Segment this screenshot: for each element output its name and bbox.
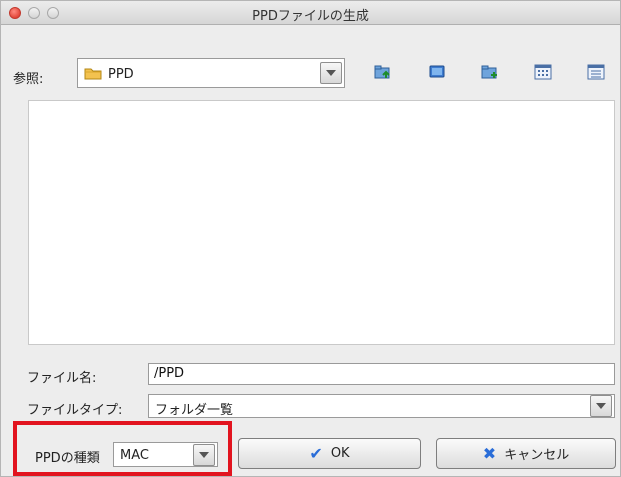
filetype-combo[interactable]: フォルダ一覧 xyxy=(148,394,615,418)
lookin-combo[interactable]: PPD xyxy=(77,58,345,88)
ppd-type-value: MAC xyxy=(120,448,149,463)
cancel-button[interactable]: ✖ キャンセル xyxy=(436,438,616,469)
filename-label: ファイル名: xyxy=(27,371,97,386)
folder-up-icon[interactable] xyxy=(374,64,392,80)
list-view-icon[interactable] xyxy=(534,64,552,80)
ok-button-label: OK xyxy=(330,446,350,461)
file-list[interactable] xyxy=(28,100,615,345)
filetype-dropdown-button[interactable] xyxy=(590,395,612,417)
title-bar: PPDファイルの生成 xyxy=(1,1,620,25)
lookin-dropdown-button[interactable] xyxy=(320,62,342,84)
ppd-type-dropdown-button[interactable] xyxy=(193,444,215,466)
filename-input[interactable]: /PPD xyxy=(148,363,615,385)
new-folder-icon[interactable] xyxy=(481,64,499,80)
checkmark-icon: ✔ xyxy=(309,443,323,463)
ok-button[interactable]: ✔ OK xyxy=(238,438,421,469)
ppd-generate-dialog: PPDファイルの生成 参照: PPD ファイル名: /PPD ファイルタイプ: … xyxy=(0,0,621,477)
cancel-button-label: キャンセル xyxy=(504,448,570,463)
details-view-icon[interactable] xyxy=(587,64,605,80)
filetype-value: フォルダ一覧 xyxy=(155,403,234,418)
cross-icon: ✖ xyxy=(482,443,497,463)
ppd-type-combo[interactable]: MAC xyxy=(113,442,218,467)
lookin-value: PPD xyxy=(108,67,134,82)
folder-icon xyxy=(84,68,102,80)
lookin-label: 参照: xyxy=(13,72,44,87)
window-title: PPDファイルの生成 xyxy=(252,9,369,24)
filetype-label: ファイルタイプ: xyxy=(27,403,123,418)
desktop-icon[interactable] xyxy=(428,64,446,80)
ppd-type-label: PPDの種類 xyxy=(35,451,100,466)
